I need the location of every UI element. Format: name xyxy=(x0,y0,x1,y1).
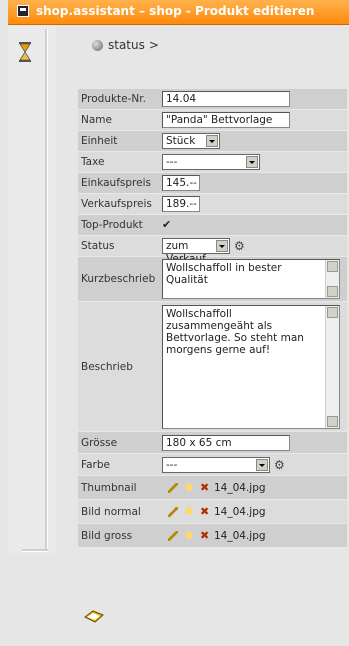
bulb-icon[interactable] xyxy=(184,482,194,493)
window-icon[interactable] xyxy=(17,5,29,17)
top-produkt-checkbox[interactable]: ✔ xyxy=(162,219,173,231)
bild-normal-filename[interactable]: 14_04.jpg xyxy=(214,506,266,518)
row-top-produkt: Top-Produkt ✔ xyxy=(78,215,347,236)
label-top-produkt: Top-Produkt xyxy=(81,219,143,231)
row-thumbnail: Thumbnail ✖ 14_04.jpg xyxy=(78,476,347,500)
breadcrumb-item-status[interactable]: status xyxy=(108,38,145,52)
row-beschrieb: Beschrieb Wollschaffoll zusammengeäht al… xyxy=(78,302,347,432)
row-status: Status zum Verkauf ⚙ xyxy=(78,236,347,265)
pencil-icon[interactable] xyxy=(168,482,178,493)
row-groesse: Grösse 180 x 65 cm xyxy=(78,432,347,454)
einheit-select[interactable]: Stück xyxy=(162,133,220,149)
label-einkaufspreis: Einkaufspreis xyxy=(81,177,151,189)
delete-icon[interactable]: ✖ xyxy=(200,482,210,493)
row-produkte-nr: Produkte-Nr. 14.04 xyxy=(78,89,347,110)
status-select[interactable]: zum Verkauf xyxy=(162,238,230,265)
name-input[interactable]: "Panda" Bettvorlage xyxy=(162,112,290,128)
produkte-nr-input[interactable]: 14.04 xyxy=(162,91,290,107)
scroll-down-icon[interactable] xyxy=(327,286,338,297)
kurzbeschrieb-textarea[interactable]: Wollschaffoll in bester Qualität xyxy=(162,259,340,299)
label-beschrieb: Beschrieb xyxy=(81,360,133,373)
scroll-up-icon[interactable] xyxy=(327,306,338,318)
label-bild-gross: Bild gross xyxy=(81,529,133,542)
beschrieb-textarea[interactable]: Wollschaffoll zusammengeäht als Bettvorl… xyxy=(162,304,340,429)
row-farbe: Farbe --- ⚙ xyxy=(78,454,347,476)
pencil-icon[interactable] xyxy=(168,530,178,541)
label-status: Status xyxy=(81,240,115,252)
label-produkte-nr: Produkte-Nr. xyxy=(81,93,146,105)
breadcrumb: status > xyxy=(92,38,159,52)
chevron-down-icon[interactable] xyxy=(206,135,218,147)
label-einheit: Einheit xyxy=(81,135,118,147)
label-bild-normal: Bild normal xyxy=(81,505,141,518)
bulb-icon[interactable] xyxy=(184,506,194,517)
save-icon[interactable] xyxy=(83,608,105,624)
scroll-down-icon[interactable] xyxy=(327,415,338,427)
product-edit-form: Produkte-Nr. 14.04 Name "Panda" Bettvorl… xyxy=(78,89,347,548)
sidebar-divider-bottom xyxy=(22,549,48,552)
label-groesse: Grösse xyxy=(81,436,118,449)
wrench-icon[interactable]: ⚙ xyxy=(274,458,285,472)
window-title: shop.assistant – shop - Produkt editiere… xyxy=(36,4,315,18)
status-dot-icon xyxy=(92,40,103,51)
kurzbeschrieb-text: Wollschaffoll in bester Qualität xyxy=(166,262,285,286)
verkaufspreis-input[interactable]: 189.-- xyxy=(162,196,200,212)
row-einkaufspreis: Einkaufspreis 145.-- xyxy=(78,173,347,194)
left-sidebar xyxy=(8,25,56,553)
row-bild-gross: Bild gross ✖ 14_04.jpg xyxy=(78,524,347,548)
einkaufspreis-input[interactable]: 145.-- xyxy=(162,175,200,191)
label-kurzbeschrieb: Kurzbeschrieb xyxy=(81,273,156,285)
chevron-down-icon[interactable] xyxy=(246,156,258,168)
pencil-icon[interactable] xyxy=(168,506,178,517)
delete-icon[interactable]: ✖ xyxy=(200,506,210,517)
groesse-input[interactable]: 180 x 65 cm xyxy=(162,434,290,451)
scrollbar[interactable] xyxy=(325,260,339,298)
delete-icon[interactable]: ✖ xyxy=(200,530,210,541)
label-farbe: Farbe xyxy=(81,458,110,471)
bild-gross-filename[interactable]: 14_04.jpg xyxy=(214,530,266,542)
label-thumbnail: Thumbnail xyxy=(81,481,137,494)
title-bar: shop.assistant – shop - Produkt editiere… xyxy=(8,0,349,25)
sidebar-divider xyxy=(45,29,48,551)
row-name: Name "Panda" Bettvorlage xyxy=(78,110,347,131)
thumbnail-filename[interactable]: 14_04.jpg xyxy=(214,482,266,494)
beschrieb-text: Wollschaffoll zusammengeäht als Bettvorl… xyxy=(166,307,308,356)
chevron-down-icon[interactable] xyxy=(216,240,228,252)
taxe-select[interactable]: --- xyxy=(162,154,260,170)
breadcrumb-separator: > xyxy=(148,38,159,52)
hourglass-icon[interactable] xyxy=(18,42,32,62)
farbe-select[interactable]: --- xyxy=(162,456,270,473)
farbe-value: --- xyxy=(166,458,178,471)
row-einheit: Einheit Stück xyxy=(78,131,347,152)
bulb-icon[interactable] xyxy=(184,530,194,541)
wrench-icon[interactable]: ⚙ xyxy=(234,239,245,253)
einheit-value: Stück xyxy=(166,135,196,147)
scrollbar[interactable] xyxy=(325,305,339,428)
row-kurzbeschrieb: Kurzbeschrieb Wollschaffoll in bester Qu… xyxy=(78,257,347,302)
scroll-up-icon[interactable] xyxy=(327,261,338,272)
chevron-down-icon[interactable] xyxy=(256,458,268,471)
taxe-value: --- xyxy=(166,156,178,168)
row-bild-normal: Bild normal ✖ 14_04.jpg xyxy=(78,500,347,524)
row-taxe: Taxe --- xyxy=(78,152,347,173)
label-verkaufspreis: Verkaufspreis xyxy=(81,198,152,210)
label-name: Name xyxy=(81,114,112,126)
row-verkaufspreis: Verkaufspreis 189.-- xyxy=(78,194,347,215)
label-taxe: Taxe xyxy=(81,156,105,168)
